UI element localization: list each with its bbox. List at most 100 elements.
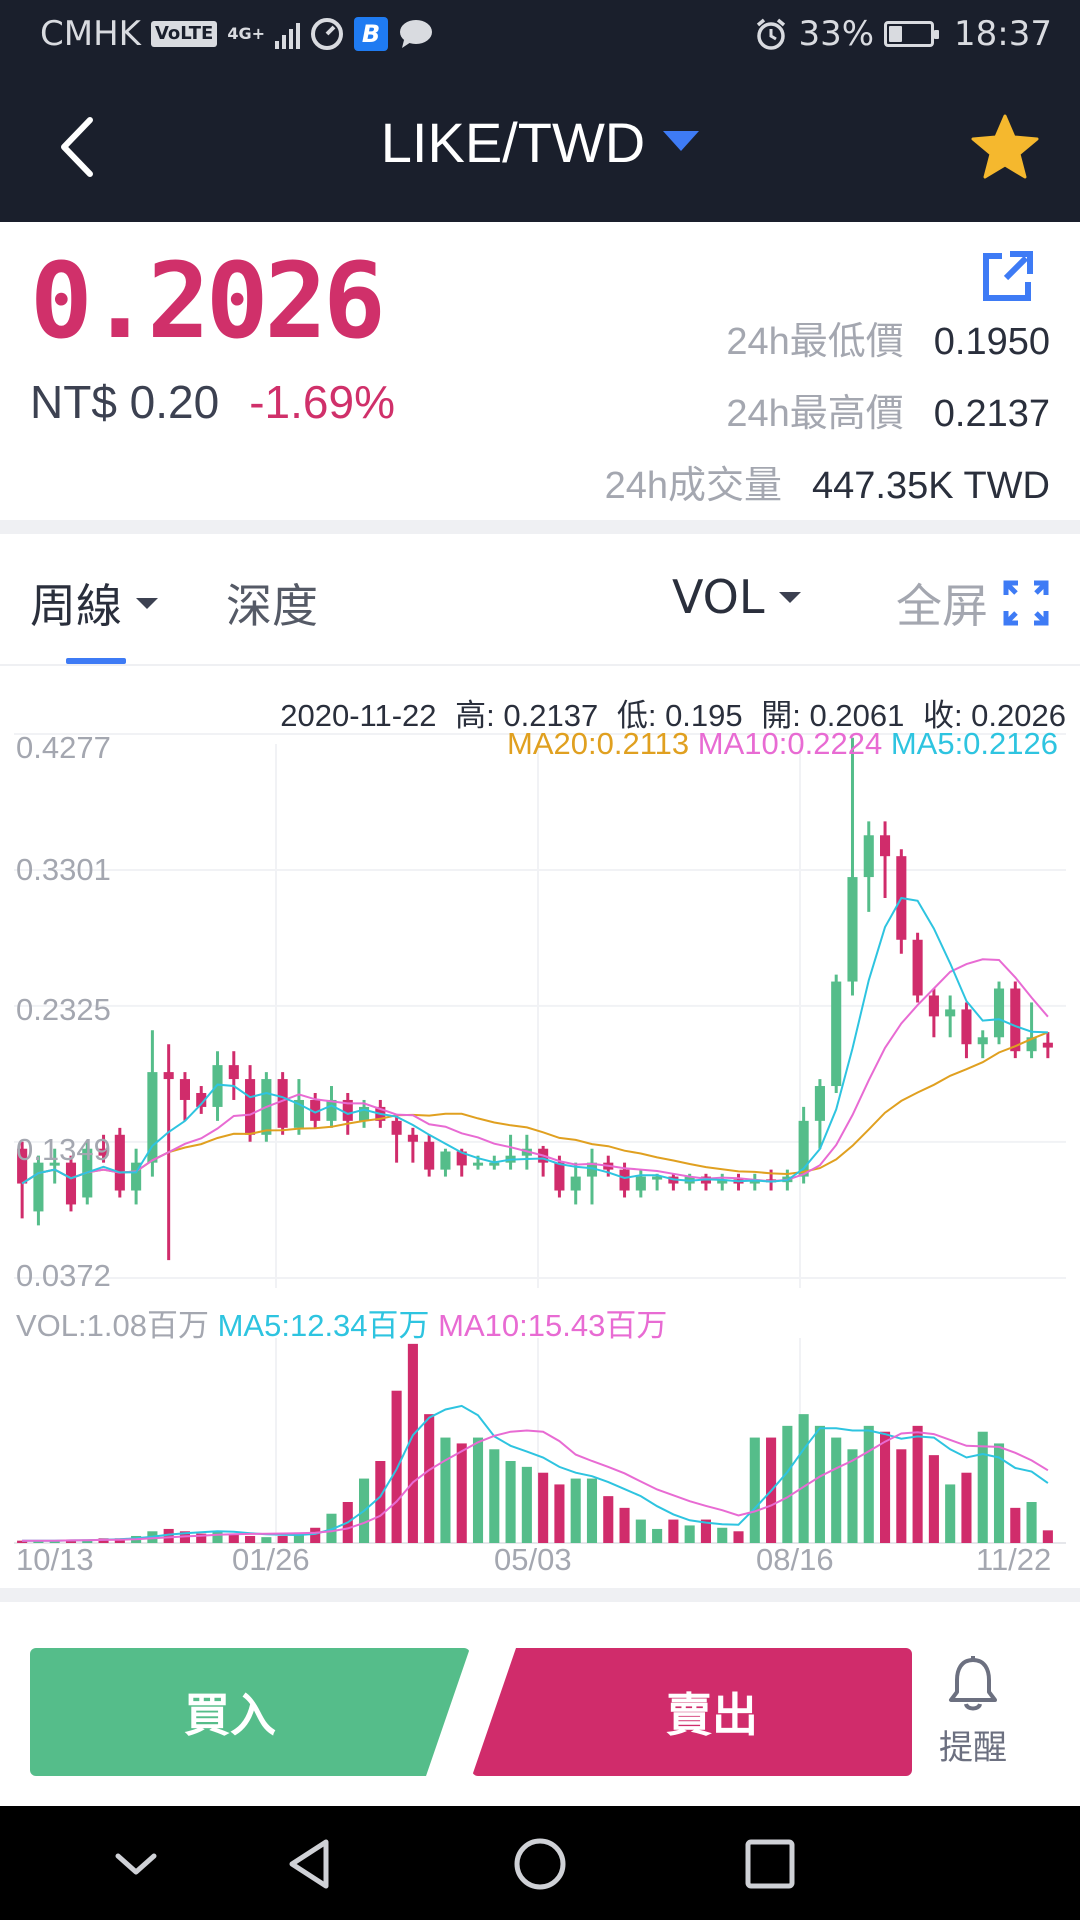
ma-legend: MA20:0.2113 MA10:0.2224 MA5:0.2126 bbox=[507, 726, 1058, 762]
caret-down-icon bbox=[663, 131, 700, 152]
ma10-value: MA10:0.2224 bbox=[697, 726, 883, 761]
active-tab-indicator bbox=[66, 658, 126, 664]
candle-body bbox=[863, 835, 874, 878]
back-triangle-icon[interactable] bbox=[282, 1836, 338, 1892]
candle-body bbox=[928, 995, 939, 1017]
candle-body bbox=[1010, 988, 1021, 1052]
volume-bar bbox=[912, 1425, 923, 1543]
volume-bar bbox=[554, 1484, 565, 1543]
section-divider bbox=[0, 1588, 1080, 1602]
x-tick-2: 05/03 bbox=[494, 1542, 572, 1577]
tab-depth-label: 深度 bbox=[226, 579, 318, 633]
volume-bar bbox=[961, 1472, 972, 1543]
stat-low: 24h最低價 0.1950 bbox=[726, 310, 1050, 365]
x-tick-1: 01/26 bbox=[232, 1542, 310, 1577]
ma5-line bbox=[21, 896, 1048, 1185]
star-favorite-icon[interactable] bbox=[970, 112, 1040, 182]
volume-bar bbox=[391, 1390, 402, 1543]
price-sub: NT$ 0.20 -1.69% bbox=[30, 375, 395, 429]
ma20-line bbox=[21, 1031, 1049, 1185]
candle-body bbox=[879, 835, 891, 857]
nav-bar: LIKE/TWD bbox=[0, 72, 1080, 222]
candle-body bbox=[179, 1079, 191, 1100]
sell-button[interactable]: 賣出 bbox=[472, 1648, 912, 1776]
last-price: 0.2026 bbox=[30, 240, 386, 362]
volume-bar bbox=[586, 1478, 598, 1543]
volume-bar bbox=[879, 1431, 891, 1543]
pair-selector[interactable]: LIKE/TWD bbox=[0, 110, 1080, 175]
fiat-price: NT$ 0.20 bbox=[30, 376, 220, 428]
alarm-icon bbox=[757, 18, 786, 50]
volume-bar bbox=[668, 1519, 679, 1543]
candle-body bbox=[277, 1079, 288, 1128]
clock: 18:37 bbox=[954, 14, 1052, 54]
volume-bar bbox=[717, 1527, 728, 1543]
volume-bar bbox=[945, 1484, 956, 1543]
volume-label: 24h成交量 bbox=[604, 465, 783, 507]
volume-bar bbox=[896, 1449, 907, 1543]
price-alert-button[interactable]: 提醒 bbox=[918, 1654, 1028, 1774]
volume-bar bbox=[489, 1449, 500, 1543]
carrier-name: CMHK bbox=[40, 14, 141, 54]
candle-body bbox=[554, 1162, 565, 1191]
chart-tabs: 周線 深度 VOL 全屏 bbox=[0, 534, 1080, 666]
candle-body bbox=[912, 939, 923, 996]
caret-down-icon bbox=[136, 597, 158, 609]
volume-bar bbox=[619, 1507, 630, 1543]
candle-body bbox=[961, 1009, 972, 1045]
share-icon[interactable] bbox=[980, 250, 1034, 304]
volume-bar bbox=[782, 1425, 793, 1543]
price-change: -1.69% bbox=[249, 376, 395, 428]
candle-body bbox=[228, 1065, 239, 1080]
volume-bar bbox=[1026, 1502, 1037, 1543]
caret-down-icon bbox=[778, 591, 801, 603]
candle-body bbox=[993, 988, 1005, 1038]
status-bar: CMHK VoLTE 4G+ B 33% 18:37 bbox=[0, 0, 1080, 72]
candle-body bbox=[326, 1099, 337, 1121]
section-divider bbox=[0, 520, 1080, 534]
tab-weekly-label: 周線 bbox=[30, 579, 122, 633]
volume-bar bbox=[831, 1437, 842, 1543]
pair-title: LIKE/TWD bbox=[380, 111, 646, 174]
candle-body bbox=[831, 981, 842, 1087]
tab-indicator-vol[interactable]: VOL bbox=[672, 570, 801, 624]
buy-button[interactable]: 買入 bbox=[30, 1648, 470, 1776]
vol-ma10-line bbox=[22, 1429, 1049, 1542]
signal-icon bbox=[275, 19, 300, 49]
bell-icon bbox=[949, 1656, 997, 1711]
chevron-down-icon[interactable] bbox=[108, 1836, 164, 1892]
candle-body bbox=[407, 1134, 418, 1142]
expand-icon bbox=[1003, 580, 1049, 626]
app-b-icon: B bbox=[354, 17, 388, 51]
stat-volume: 24h成交量 447.35K TWD bbox=[605, 454, 1050, 509]
vol-ma10-value: MA10:15.43百万 bbox=[438, 1308, 668, 1343]
candle-body bbox=[570, 1176, 581, 1191]
candle-body bbox=[619, 1169, 630, 1191]
trade-actions: 買入 賣出 提醒 bbox=[0, 1614, 1080, 1806]
system-nav-bar bbox=[0, 1806, 1080, 1920]
home-circle-icon[interactable] bbox=[512, 1836, 568, 1892]
candle-body bbox=[391, 1120, 402, 1135]
tab-weekly[interactable]: 周線 bbox=[30, 570, 158, 636]
chat-bubble-icon bbox=[400, 20, 432, 48]
sell-label: 賣出 bbox=[666, 1688, 758, 1742]
battery-icon bbox=[884, 21, 940, 47]
low-label: 24h最低價 bbox=[726, 321, 904, 363]
battery-percent: 33% bbox=[798, 14, 875, 54]
tab-depth[interactable]: 深度 bbox=[226, 570, 318, 636]
candle-body bbox=[424, 1141, 435, 1170]
candle-body bbox=[945, 1009, 956, 1017]
volume-bar bbox=[798, 1414, 809, 1543]
kline-chart[interactable]: 2020-11-22 高: 0.2137 低: 0.195 開: 0.2061 … bbox=[0, 668, 1080, 1578]
candle-body bbox=[635, 1176, 646, 1191]
fullscreen-button[interactable]: 全屏 bbox=[896, 570, 1050, 636]
candle-body bbox=[814, 1086, 825, 1121]
x-tick-0: 10/13 bbox=[16, 1542, 94, 1577]
volume-bar bbox=[310, 1527, 321, 1543]
tab-vol-label: VOL bbox=[672, 570, 765, 624]
recent-apps-icon[interactable] bbox=[742, 1836, 798, 1892]
volume-bar bbox=[521, 1466, 532, 1543]
x-tick-4: 11/22 bbox=[976, 1542, 1052, 1577]
info-date: 2020-11-22 bbox=[280, 698, 437, 733]
network-type: 4G+ bbox=[227, 24, 265, 43]
